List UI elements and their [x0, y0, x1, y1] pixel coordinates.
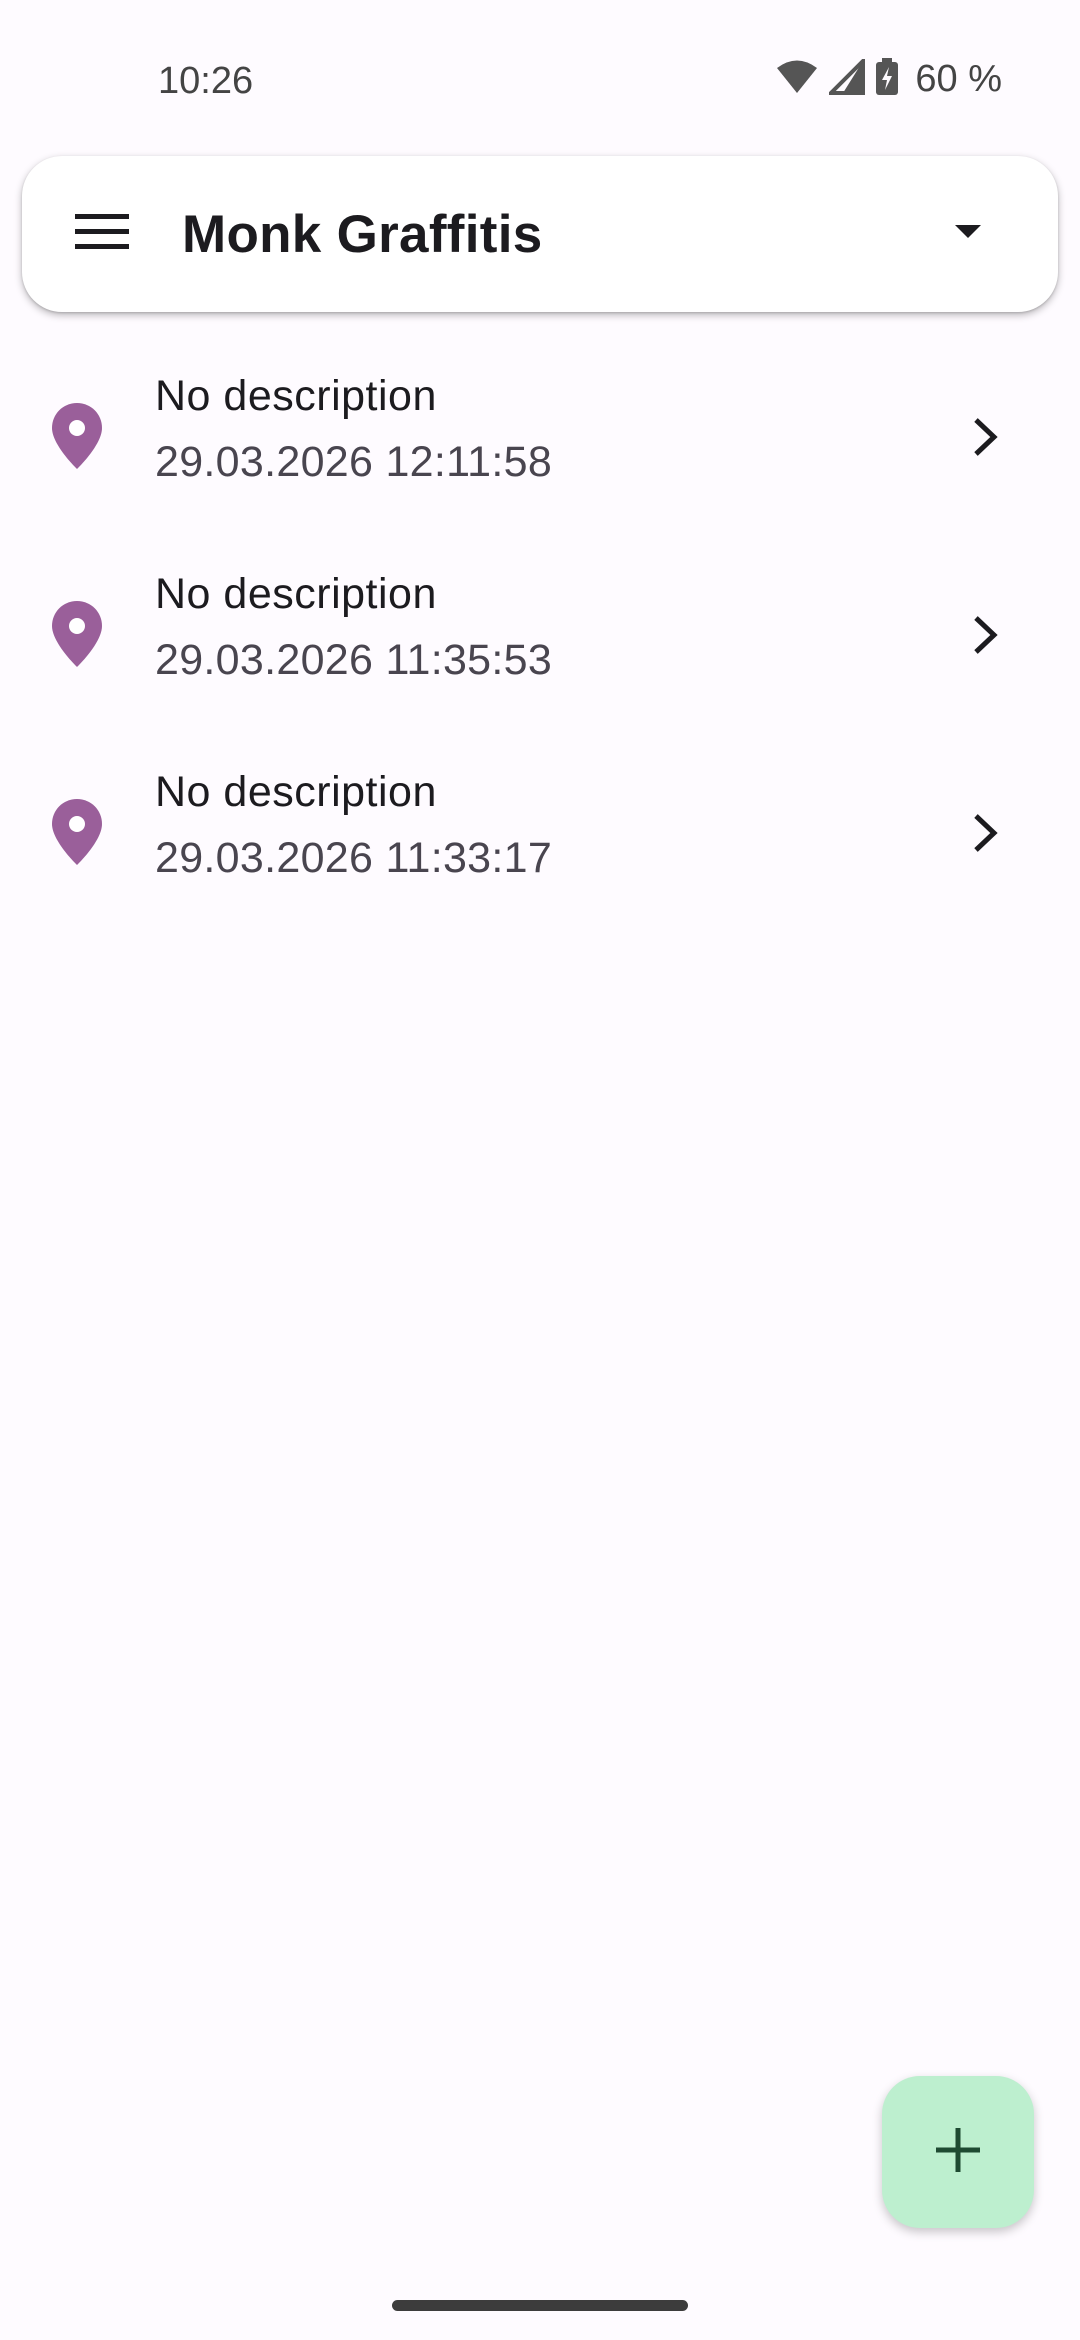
- dropdown-button[interactable]: [938, 204, 998, 264]
- item-title: No description: [155, 372, 437, 420]
- location-pin-icon: [52, 799, 102, 865]
- battery-percentage: 60 %: [915, 58, 1002, 100]
- add-icon: [936, 2127, 980, 2177]
- chevron-right-icon: [960, 412, 1010, 462]
- list-item[interactable]: No description 29.03.2026 11:33:17: [0, 736, 1080, 934]
- item-title: No description: [155, 570, 437, 618]
- arrow-drop-down-icon: [955, 224, 981, 244]
- list-item[interactable]: No description 29.03.2026 12:11:58: [0, 340, 1080, 538]
- cell-signal-icon: [826, 56, 866, 100]
- status-icons: 60 %: [775, 56, 1002, 101]
- location-pin-icon: [52, 403, 102, 469]
- item-title: No description: [155, 768, 437, 816]
- item-timestamp: 29.03.2026 12:11:58: [155, 438, 553, 486]
- gesture-nav-handle[interactable]: [392, 2300, 688, 2311]
- status-time: 10:26: [158, 60, 254, 102]
- chevron-right-icon: [960, 808, 1010, 858]
- top-app-bar: Monk Graffitis: [22, 156, 1058, 312]
- chevron-right-icon: [960, 610, 1010, 660]
- hamburger-menu-icon: [75, 212, 129, 257]
- item-timestamp: 29.03.2026 11:33:17: [155, 834, 553, 882]
- wifi-icon: [775, 59, 819, 100]
- location-pin-icon: [52, 601, 102, 667]
- item-timestamp: 29.03.2026 11:35:53: [155, 636, 553, 684]
- status-bar: 10:26 60 %: [0, 0, 1080, 150]
- entry-list: No description 29.03.2026 12:11:58 No de…: [0, 340, 1080, 934]
- list-item[interactable]: No description 29.03.2026 11:35:53: [0, 538, 1080, 736]
- screen: 10:26 60 % Monk Graffitis No description…: [0, 0, 1080, 2340]
- add-fab-button[interactable]: [882, 2076, 1034, 2228]
- menu-button[interactable]: [62, 194, 142, 274]
- app-title: Monk Graffitis: [182, 205, 543, 264]
- battery-charging-icon: [875, 58, 899, 101]
